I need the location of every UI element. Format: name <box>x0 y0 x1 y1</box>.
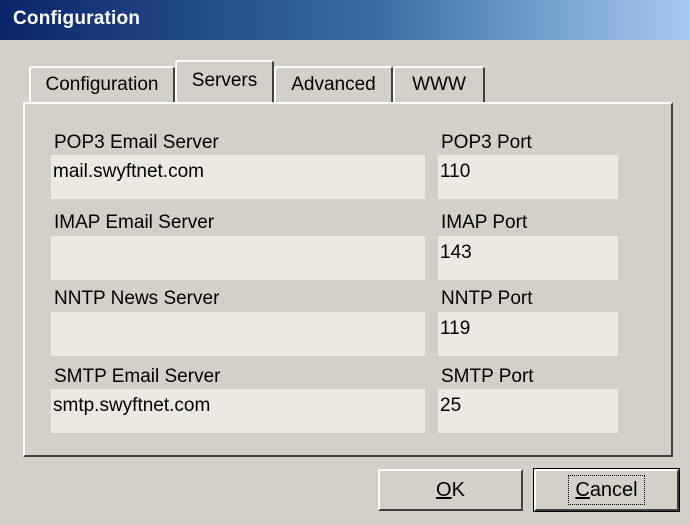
ok-button[interactable]: OK <box>378 469 523 511</box>
servers-tab-panel: POP3 Email Server mail.swyftnet.com POP3… <box>23 102 673 457</box>
pop3-port-label: POP3 Port <box>441 132 532 153</box>
tab-www[interactable]: WWW <box>393 66 485 102</box>
nntp-server-input[interactable] <box>51 312 425 356</box>
tab-configuration[interactable]: Configuration <box>29 66 175 102</box>
smtp-port-label: SMTP Port <box>441 366 534 387</box>
configuration-dialog: Configuration Configuration Servers Adva… <box>0 0 690 525</box>
imap-port-label: IMAP Port <box>441 212 528 233</box>
smtp-server-label: SMTP Email Server <box>54 366 221 387</box>
ok-mnemonic: O <box>436 479 452 501</box>
pop3-server-label: POP3 Email Server <box>54 132 219 153</box>
nntp-port-input[interactable]: 119 <box>438 312 618 356</box>
pop3-server-input[interactable]: mail.swyftnet.com <box>51 155 425 199</box>
title-bar[interactable]: Configuration <box>0 0 690 40</box>
ok-label-rest: K <box>451 479 465 501</box>
tab-advanced[interactable]: Advanced <box>274 66 393 102</box>
imap-server-label: IMAP Email Server <box>54 212 215 233</box>
smtp-server-input[interactable]: smtp.swyftnet.com <box>51 389 425 433</box>
pop3-port-input[interactable]: 110 <box>438 155 618 199</box>
smtp-port-input[interactable]: 25 <box>438 389 618 433</box>
nntp-port-label: NNTP Port <box>441 288 533 309</box>
imap-port-input[interactable]: 143 <box>438 236 618 280</box>
tab-servers[interactable]: Servers <box>175 60 274 102</box>
window-title: Configuration <box>13 8 141 29</box>
cancel-label-rest: ancel <box>589 479 638 501</box>
cancel-mnemonic: C <box>575 479 590 501</box>
imap-server-input[interactable] <box>51 236 425 280</box>
nntp-server-label: NNTP News Server <box>54 288 220 309</box>
cancel-button[interactable]: Cancel <box>533 468 680 512</box>
cancel-focus-rect: Cancel <box>568 475 645 505</box>
